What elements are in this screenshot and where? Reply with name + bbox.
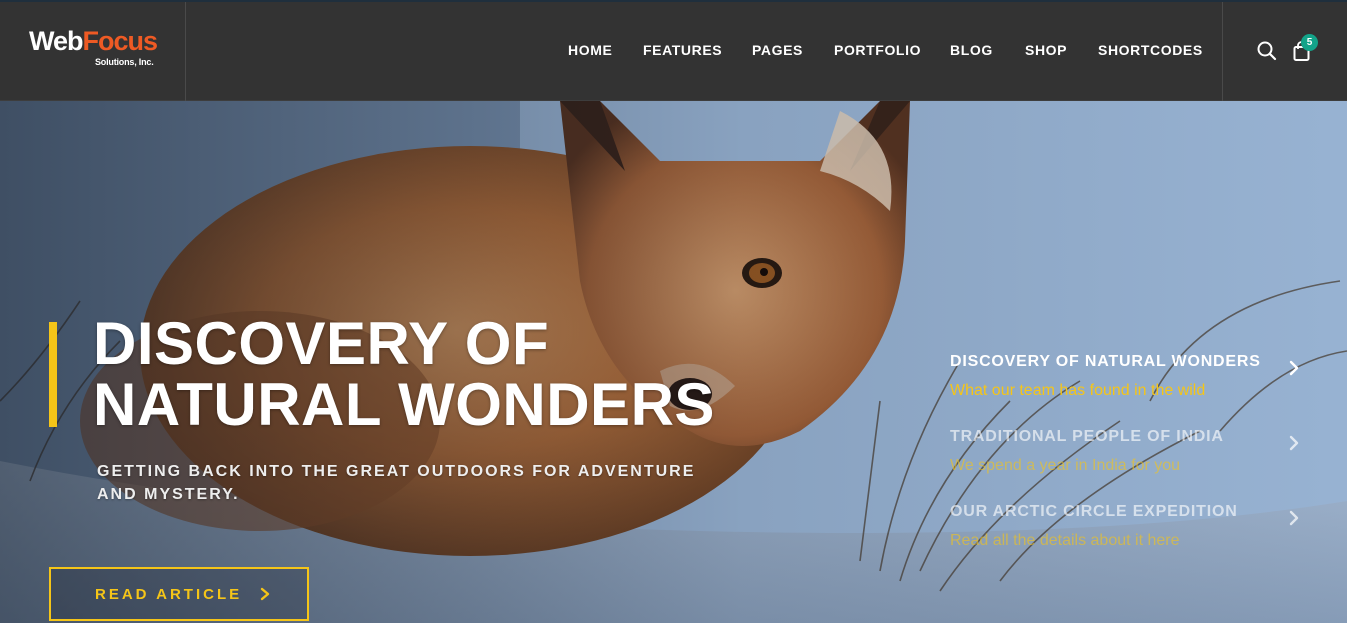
chevron-right-icon[interactable] — [1287, 359, 1301, 377]
cart-count-badge: 5 — [1301, 34, 1318, 51]
nav-item-blog[interactable]: BLOG — [950, 42, 993, 58]
site-header: WebFocus Solutions, Inc. HOME FEATURES P… — [0, 2, 1347, 101]
read-article-label: READ ARTICLE — [95, 585, 243, 603]
slide-title: TRADITIONAL PEOPLE OF INDIA — [950, 428, 1224, 445]
slide-subtitle: What our team has found in the wild — [950, 382, 1206, 399]
brand-tagline: Solutions, Inc. — [95, 57, 154, 67]
logo-area: WebFocus Solutions, Inc. — [0, 2, 186, 101]
slide-subtitle: Read all the details about it here — [950, 532, 1180, 549]
slide-navigation-list: DISCOVERY OF NATURAL WONDERS What our te… — [950, 353, 1310, 578]
slide-nav-item[interactable]: OUR ARCTIC CIRCLE EXPEDITION Read all th… — [950, 503, 1310, 578]
nav-item-shop[interactable]: SHOP — [1025, 42, 1067, 58]
chevron-right-icon[interactable] — [1287, 434, 1301, 452]
brand-name-web: Web — [29, 26, 84, 56]
brand-logo[interactable]: WebFocus Solutions, Inc. — [29, 26, 159, 67]
hero-slider: DISCOVERY OF NATURAL WONDERS GETTING BAC… — [0, 101, 1347, 623]
hero-title-line1: DISCOVERY OF — [93, 310, 550, 377]
hero-title: DISCOVERY OF NATURAL WONDERS — [93, 313, 793, 435]
nav-item-portfolio[interactable]: PORTFOLIO — [834, 42, 921, 58]
slide-title: DISCOVERY OF NATURAL WONDERS — [950, 353, 1261, 370]
read-article-button[interactable]: READ ARTICLE — [49, 567, 309, 621]
slide-subtitle: We spend a year in India for you — [950, 457, 1181, 474]
nav-item-pages[interactable]: PAGES — [752, 42, 803, 58]
hero-subtitle: GETTING BACK INTO THE GREAT OUTDOORS FOR… — [97, 463, 696, 503]
title-accent-bar — [49, 322, 57, 427]
chevron-right-icon — [260, 587, 270, 601]
search-icon[interactable] — [1256, 40, 1278, 62]
nav-item-shortcodes[interactable]: SHORTCODES — [1098, 42, 1203, 58]
nav-item-home[interactable]: HOME — [568, 42, 612, 58]
brand-name-focus: Focus — [82, 26, 159, 56]
nav-item-features[interactable]: FEATURES — [643, 42, 722, 58]
slide-title: OUR ARCTIC CIRCLE EXPEDITION — [950, 503, 1238, 520]
chevron-right-icon[interactable] — [1287, 509, 1301, 527]
hero-title-line2: NATURAL WONDERS — [93, 371, 715, 438]
slide-nav-item[interactable]: DISCOVERY OF NATURAL WONDERS What our te… — [950, 353, 1310, 428]
slide-nav-item[interactable]: TRADITIONAL PEOPLE OF INDIA We spend a y… — [950, 428, 1310, 503]
header-utilities: 5 — [1222, 2, 1347, 101]
